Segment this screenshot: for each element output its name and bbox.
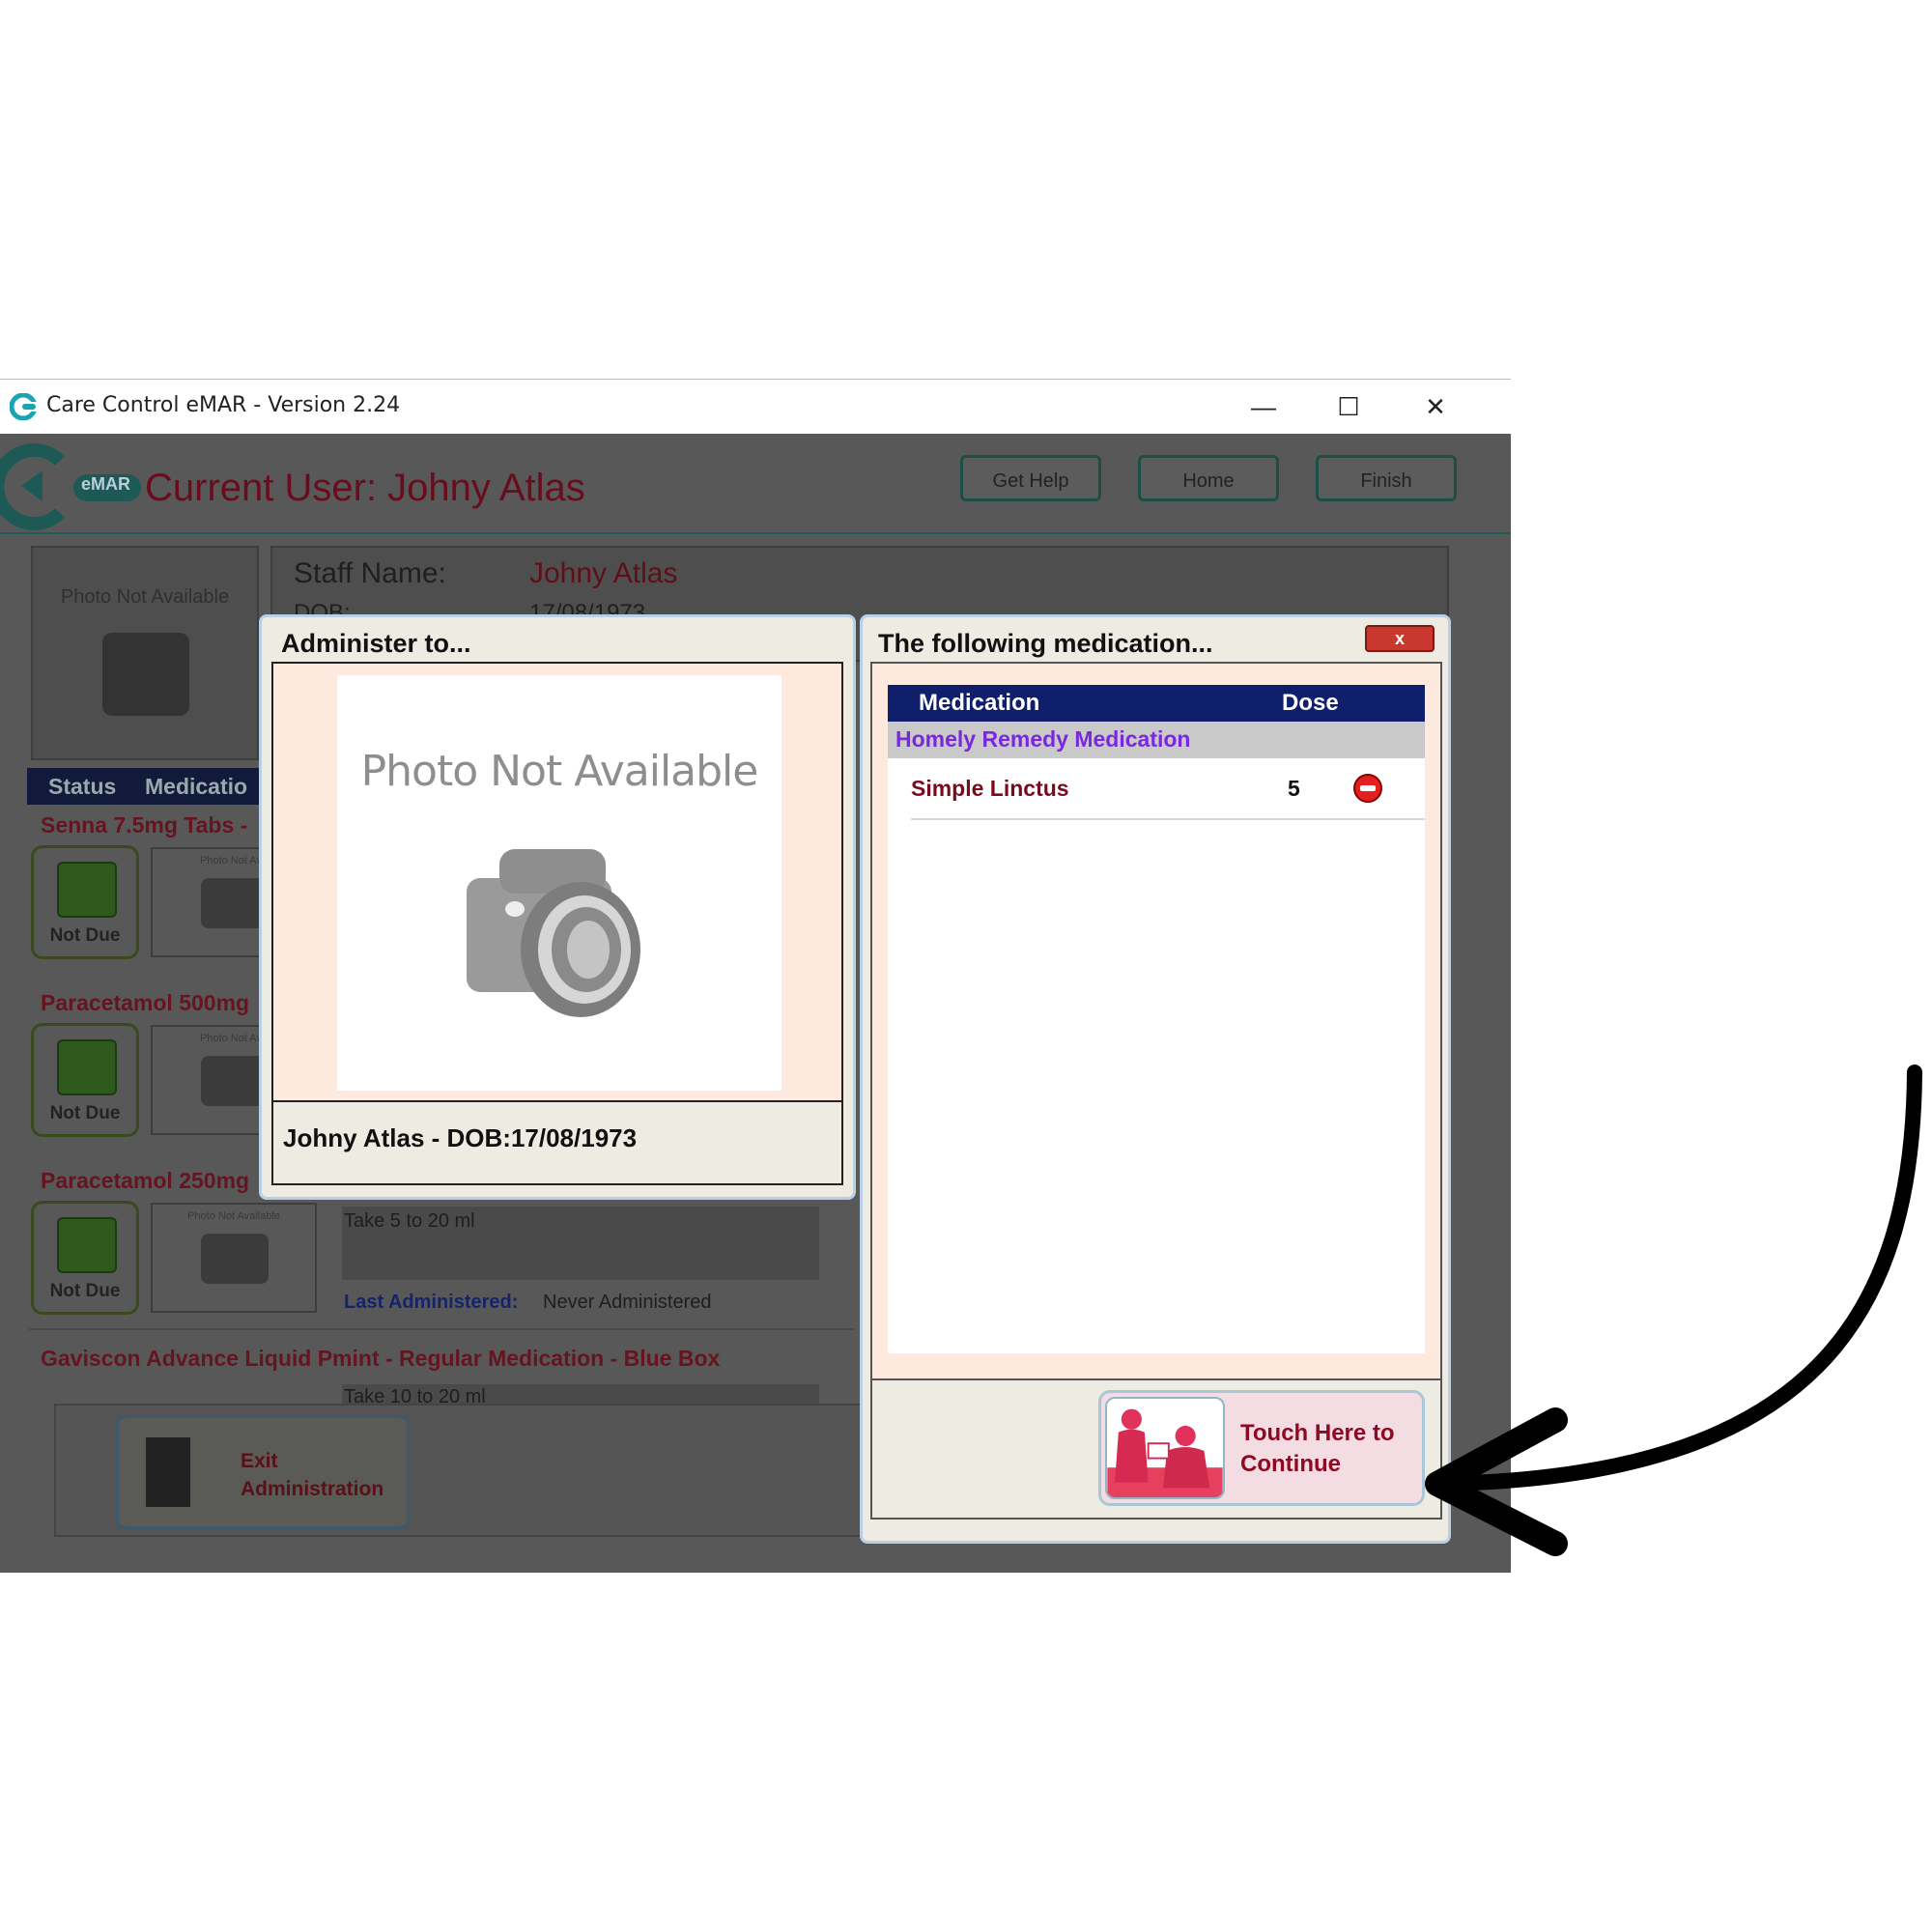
med-item-name[interactable]: Senna 7.5mg Tabs - xyxy=(41,812,247,838)
app-logo-icon xyxy=(10,393,37,420)
administer-dialog: Administer to... Photo Not Available Joh… xyxy=(259,614,856,1200)
camera-icon xyxy=(102,633,189,716)
thumb-text: Photo Not Available xyxy=(187,1210,280,1222)
exit-button-label: Exit Administration xyxy=(241,1450,384,1500)
row-divider xyxy=(29,1328,854,1330)
instruction-text: Take 10 to 20 ml xyxy=(344,1386,486,1404)
medication-column-header: Medicatio xyxy=(145,774,248,799)
instruction-box: Take 10 to 20 ml xyxy=(342,1384,819,1404)
table-row: Simple Linctus 5 xyxy=(911,758,1425,820)
exit-door-icon xyxy=(146,1437,190,1507)
medication-dialog: The following medication... x Medication… xyxy=(860,614,1451,1544)
status-label: Not Due xyxy=(49,1103,121,1123)
current-user-title: Current User: Johny Atlas xyxy=(145,467,585,509)
continue-button[interactable]: Touch Here to Continue xyxy=(1098,1390,1425,1506)
close-dialog-button[interactable]: x xyxy=(1365,625,1435,652)
status-not-due-button[interactable]: Not Due xyxy=(31,845,139,959)
med-item-name[interactable]: Paracetamol 250mg xyxy=(41,1168,249,1194)
maximize-button[interactable]: ☐ xyxy=(1329,387,1368,426)
medication-table: Medication Dose Homely Remedy Medication… xyxy=(888,685,1425,1353)
med-item-name[interactable]: Paracetamol 500mg xyxy=(41,990,249,1016)
nurse-patient-icon xyxy=(1105,1397,1225,1499)
status-not-due-button[interactable]: Not Due xyxy=(31,1201,139,1315)
window-title: Care Control eMAR - Version 2.24 xyxy=(46,393,401,417)
continue-button-label: Touch Here to Continue xyxy=(1240,1420,1395,1477)
medication-name: Simple Linctus xyxy=(911,776,1069,801)
close-window-button[interactable]: ✕ xyxy=(1416,387,1455,426)
patient-info: Johny Atlas - DOB:17/08/1973 xyxy=(271,1102,843,1185)
exit-administration-button[interactable]: Exit Administration xyxy=(116,1415,410,1529)
get-help-button[interactable]: Get Help xyxy=(960,455,1101,501)
category-label: Homely Remedy Medication xyxy=(895,726,1191,752)
home-button[interactable]: Home xyxy=(1138,455,1279,501)
med-thumbnail: Photo Not Available xyxy=(151,1203,317,1313)
status-not-due-button[interactable]: Not Due xyxy=(31,1023,139,1137)
patient-photo-text: Photo Not Available xyxy=(360,747,759,796)
camera-icon xyxy=(201,1234,269,1284)
title-bar: Care Control eMAR - Version 2.24 — ☐ ✕ xyxy=(0,380,1511,434)
last-administered-value: Never Administered xyxy=(543,1292,712,1313)
med-list-header: Status Medicatio xyxy=(27,768,269,805)
last-administered-label: Last Administered: xyxy=(344,1292,519,1313)
status-label: Not Due xyxy=(49,925,121,946)
minimize-button[interactable]: — xyxy=(1244,387,1283,426)
staff-photo-text: Photo Not Available xyxy=(60,586,230,608)
checkmark-icon xyxy=(57,1039,117,1095)
instruction-text: Take 5 to 20 ml xyxy=(344,1210,475,1232)
staff-photo: Photo Not Available xyxy=(31,546,259,760)
medication-list-frame: Medication Dose Homely Remedy Medication… xyxy=(870,662,1442,1380)
checkmark-icon xyxy=(57,862,117,918)
status-label: Not Due xyxy=(49,1281,121,1301)
header-divider xyxy=(0,532,1511,534)
emar-logo-text: eMAR xyxy=(81,474,131,494)
status-column-header: Status xyxy=(48,774,117,799)
medication-column-header: Medication xyxy=(919,690,1040,716)
curved-arrow-icon xyxy=(1425,1065,1922,1556)
medication-dialog-title: The following medication... xyxy=(878,629,1213,658)
administer-dialog-title: Administer to... xyxy=(281,629,471,658)
patient-photo: Photo Not Available xyxy=(337,675,781,1091)
medication-dose: 5 xyxy=(1288,776,1300,801)
staff-name-label: Staff Name: xyxy=(294,557,446,589)
patient-name-dob: Johny Atlas - DOB:17/08/1973 xyxy=(283,1123,638,1152)
camera-icon xyxy=(467,849,640,1017)
instruction-box: Take 5 to 20 ml xyxy=(342,1207,819,1280)
dose-column-header: Dose xyxy=(1282,690,1339,716)
staff-name-value: Johny Atlas xyxy=(529,557,678,589)
med-item-name[interactable]: Gaviscon Advance Liquid Pmint - Regular … xyxy=(41,1346,720,1372)
patient-photo-frame: Photo Not Available xyxy=(271,662,843,1102)
remove-icon[interactable] xyxy=(1353,774,1382,803)
medication-dialog-footer: Touch Here to Continue xyxy=(870,1380,1442,1520)
table-header: Medication Dose xyxy=(888,685,1425,722)
checkmark-icon xyxy=(57,1217,117,1273)
finish-button[interactable]: Finish xyxy=(1316,455,1457,501)
category-header: Homely Remedy Medication xyxy=(888,722,1425,758)
